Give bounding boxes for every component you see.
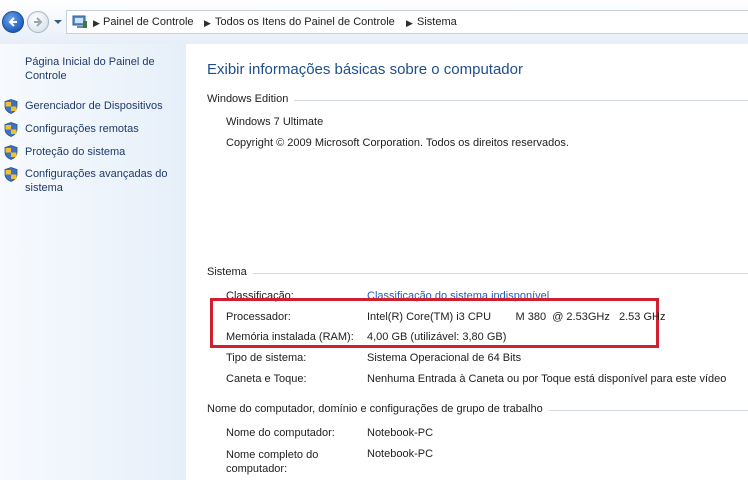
chevron-right-icon[interactable]: ▶ [406,18,413,29]
arrow-left-icon [8,17,17,27]
page-title: Exibir informações básicas sobre o compu… [207,61,523,78]
sidebar-item-label: Configurações avançadas do sistema [25,168,168,194]
control-panel-icon [72,15,87,28]
arrow-right-icon [34,17,43,27]
address-bar: ▶ Painel de Controle ▶ Todos os Itens do… [0,0,748,44]
section-header-computer-name: Nome do computador, domínio e configuraç… [207,403,748,417]
copyright-text: Copyright © 2009 Microsoft Corporation. … [226,137,569,149]
section-header-label: Windows Edition [207,93,295,105]
shield-icon [4,145,18,160]
sidebar-home-link[interactable]: Página Inicial do Painel de Controle [25,55,175,83]
breadcrumb-todos-os-itens[interactable]: Todos os Itens do Painel de Controle [215,16,395,28]
windows-edition-value: Windows 7 Ultimate [226,116,324,128]
sidebar-item-label: Gerenciador de Dispositivos [25,100,163,112]
processor-label: Processador: [226,311,291,323]
shield-icon [4,167,18,182]
breadcrumb: ▶ Painel de Controle ▶ Todos os Itens do… [66,10,748,34]
computer-name-label: Nome do computador: [226,427,335,439]
ram-value: 4,00 GB (utilizável: 3,80 GB) [367,331,507,343]
processor-value: Intel(R) Core(TM) i3 CPU M 380 @ 2.53GHz… [367,311,666,323]
full-computer-name-value: Notebook-PC [367,448,434,460]
section-header-label: Sistema [207,266,253,278]
back-button[interactable] [2,11,24,33]
pen-touch-label: Caneta e Toque: [226,373,307,385]
section-header-sistema: Sistema [207,266,748,280]
breadcrumb-painel-de-controle[interactable]: Painel de Controle [103,16,194,28]
forward-button[interactable] [27,11,49,33]
chevron-right-icon[interactable]: ▶ [93,18,100,29]
full-computer-name-label: Nome completo do computador: [226,449,319,475]
chevron-right-icon[interactable]: ▶ [204,18,211,29]
sidebar-item-label: Configurações remotas [25,123,139,135]
section-divider [207,273,748,274]
sidebar-item-label: Proteção do sistema [25,146,126,158]
pen-touch-value: Nenhuma Entrada à Caneta ou por Toque es… [367,373,727,385]
computer-name-value: Notebook-PC [367,427,434,439]
recent-pages-dropdown-icon[interactable] [53,18,63,26]
shield-icon [4,122,18,137]
ram-label: Memória instalada (RAM): [226,331,354,343]
system-type-value: Sistema Operacional de 64 Bits [367,352,522,364]
shield-icon [4,99,18,114]
section-header-windows-edition: Windows Edition [207,93,748,107]
sidebar: Página Inicial do Painel de Controle Ger… [0,44,186,480]
section-header-label: Nome do computador, domínio e configuraç… [207,403,549,415]
breadcrumb-sistema[interactable]: Sistema [417,16,457,28]
system-type-label: Tipo de sistema: [226,352,307,364]
